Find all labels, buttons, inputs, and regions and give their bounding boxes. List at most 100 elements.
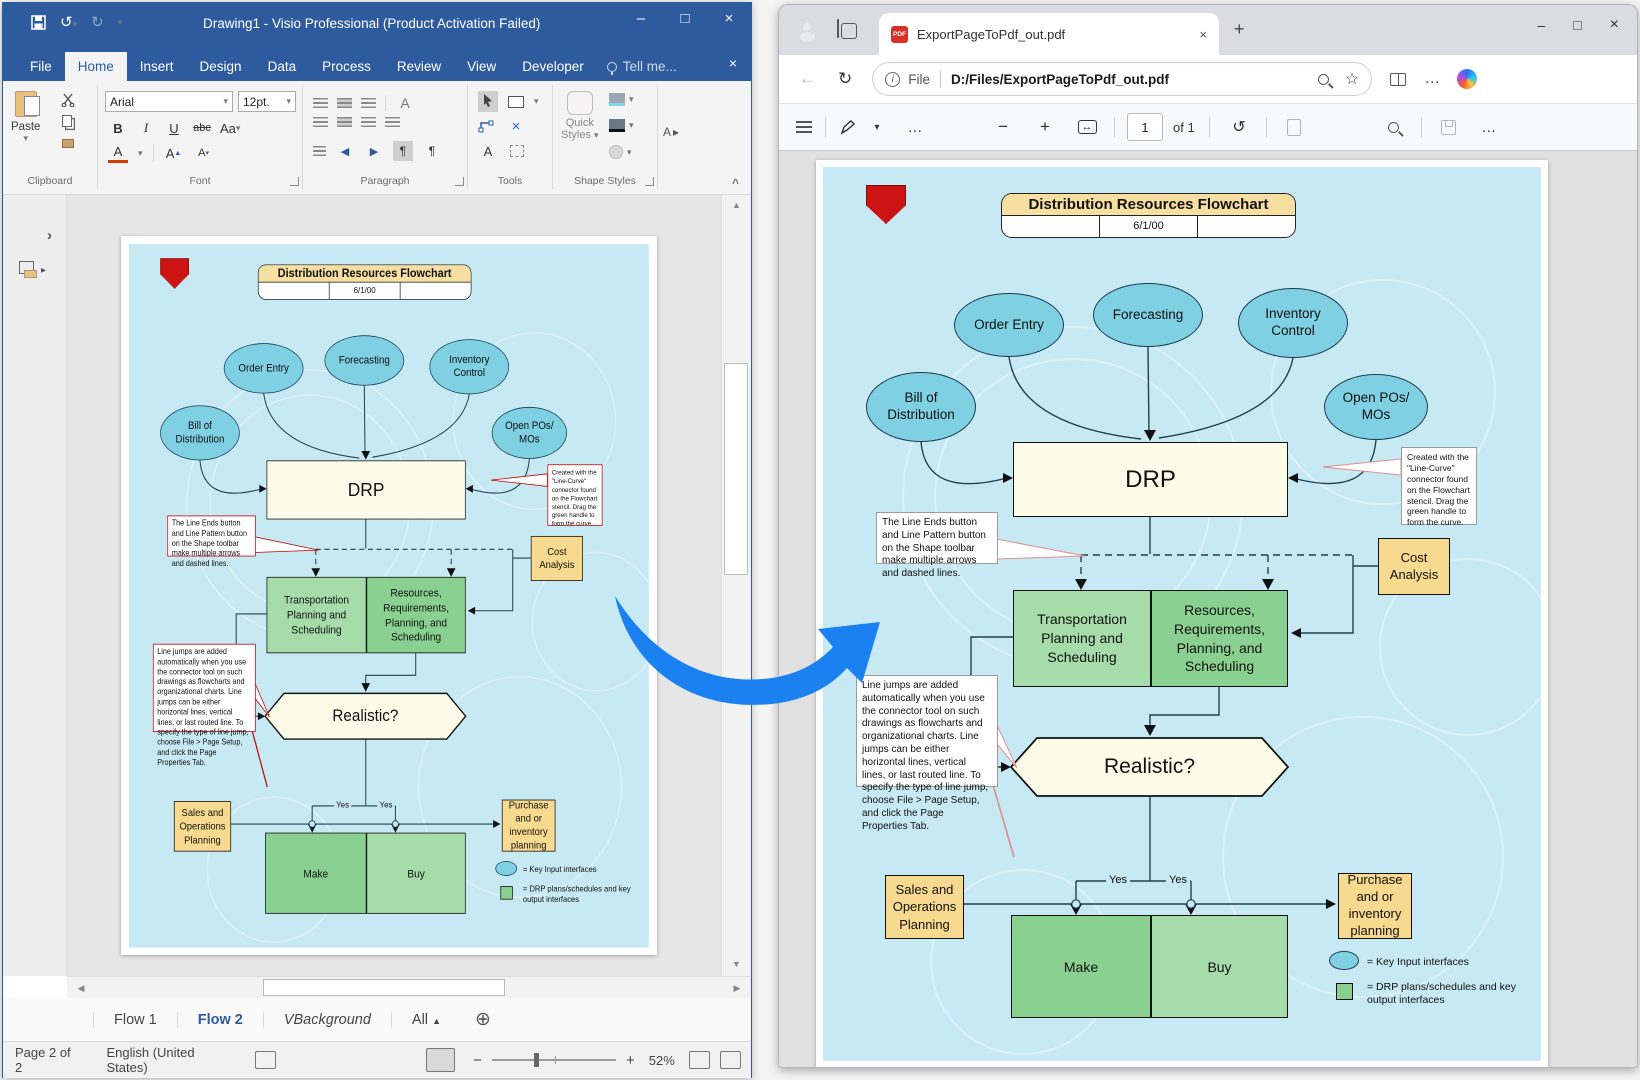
text-tool-icon[interactable]: A bbox=[478, 141, 498, 161]
scroll-right-icon[interactable]: ▶ bbox=[729, 980, 745, 996]
underline-button[interactable]: U bbox=[164, 118, 184, 138]
font-dialog-launcher-icon[interactable] bbox=[290, 177, 299, 186]
align-middle-icon[interactable] bbox=[337, 98, 352, 108]
maximize-button[interactable]: □ bbox=[1573, 17, 1581, 33]
cut-icon[interactable] bbox=[61, 93, 77, 107]
maximize-button[interactable]: □ bbox=[663, 3, 707, 33]
paragraph-dialog-launcher-icon[interactable] bbox=[455, 177, 464, 186]
close-button[interactable]: × bbox=[707, 3, 751, 33]
pdf-zoom-out-icon[interactable]: − bbox=[988, 112, 1018, 142]
grow-font-button[interactable]: A▲ bbox=[164, 143, 184, 163]
close-document-icon[interactable]: × bbox=[729, 55, 737, 71]
split-screen-icon[interactable] bbox=[1390, 73, 1406, 86]
page-view-icon[interactable] bbox=[1279, 112, 1309, 142]
fit-to-width-icon[interactable]: ↔ bbox=[1072, 112, 1102, 142]
page-tab-all[interactable]: All ▲ bbox=[392, 1012, 461, 1028]
bold-button[interactable]: B bbox=[108, 118, 128, 138]
settings-more-icon[interactable]: … bbox=[1424, 70, 1441, 88]
justify-icon[interactable] bbox=[385, 117, 400, 127]
pdf-more-icon[interactable]: … bbox=[1474, 112, 1504, 142]
more-styles-button[interactable]: A▸ bbox=[663, 125, 679, 139]
fill-button[interactable]: ▾ bbox=[609, 93, 634, 106]
align-right-icon[interactable] bbox=[361, 117, 376, 127]
decrease-indent-icon[interactable]: ◀ bbox=[335, 141, 355, 161]
zoom-level[interactable]: 52% bbox=[649, 1053, 675, 1068]
favorite-star-icon[interactable]: ☆ bbox=[1345, 69, 1359, 89]
page-tab-vbackground[interactable]: VBackground bbox=[264, 1012, 392, 1028]
page-info-icon[interactable]: i bbox=[885, 72, 900, 87]
draw-pen-icon[interactable] bbox=[832, 112, 862, 142]
fit-page-icon[interactable] bbox=[689, 1051, 710, 1069]
font-name-combo[interactable]: Arial▾ bbox=[105, 91, 233, 112]
rectangle-tool-icon[interactable] bbox=[508, 96, 524, 108]
stencil-icon[interactable] bbox=[19, 261, 37, 278]
zoom-out-icon[interactable]: − bbox=[473, 1052, 482, 1069]
toc-icon[interactable] bbox=[789, 112, 819, 142]
rotate-icon[interactable]: ↻ bbox=[1224, 112, 1254, 142]
quick-styles-button[interactable]: QuickStyles ▾ bbox=[561, 91, 599, 141]
scroll-down-icon[interactable]: ▼ bbox=[722, 954, 751, 974]
refresh-icon[interactable]: ↻ bbox=[838, 69, 852, 89]
close-tab-icon[interactable]: × bbox=[1199, 27, 1207, 42]
paste-button[interactable]: Paste ▾ bbox=[11, 91, 40, 144]
customize-qat-icon[interactable]: ▾ bbox=[118, 17, 123, 28]
vscroll-thumb[interactable] bbox=[724, 363, 748, 575]
expand-shapes-icon[interactable]: › bbox=[47, 227, 52, 244]
align-bottom-icon[interactable] bbox=[361, 98, 376, 108]
tab-insert[interactable]: Insert bbox=[127, 52, 187, 81]
strikethrough-button[interactable]: abc bbox=[192, 118, 212, 138]
macro-record-icon[interactable] bbox=[255, 1051, 276, 1069]
change-case-button[interactable]: Aa▾ bbox=[220, 118, 240, 138]
browser-tab[interactable]: PDF ExportPageToPdf_out.pdf × bbox=[879, 13, 1219, 55]
hscroll-thumb[interactable] bbox=[263, 979, 505, 996]
shrink-font-button[interactable]: A▾ bbox=[194, 143, 214, 163]
address-bar[interactable]: i File D:/Files/ExportPageToPdf_out.pdf … bbox=[872, 62, 1372, 96]
copilot-icon[interactable] bbox=[1457, 69, 1477, 89]
font-color-button[interactable]: A bbox=[108, 143, 128, 163]
redo-icon[interactable]: ↻ bbox=[91, 13, 104, 31]
insert-page-icon[interactable]: ⊕ bbox=[475, 1008, 491, 1031]
tab-data[interactable]: Data bbox=[255, 52, 310, 81]
pdf-viewer[interactable]: Distribution Resources Flowchart 6/1/00 … bbox=[779, 151, 1637, 1068]
status-page-indicator[interactable]: Page 2 of 2 bbox=[15, 1045, 78, 1075]
tell-me-box[interactable]: Tell me... bbox=[597, 52, 687, 81]
workspaces-icon[interactable] bbox=[837, 19, 839, 38]
tab-home[interactable]: Home bbox=[65, 52, 127, 81]
collapse-ribbon-icon[interactable]: ^ bbox=[732, 176, 739, 190]
line-button[interactable]: ▾ bbox=[609, 119, 634, 132]
connector-tool-icon[interactable] bbox=[478, 119, 494, 133]
url-text[interactable]: D:/Files/ExportPageToPdf_out.pdf bbox=[951, 72, 1318, 87]
free-transform-icon[interactable] bbox=[510, 145, 524, 157]
font-size-combo[interactable]: 12pt.▾ bbox=[238, 91, 296, 112]
stencil-expand-icon[interactable]: ▸ bbox=[41, 265, 46, 276]
connection-point-icon[interactable]: × bbox=[506, 116, 526, 136]
tab-process[interactable]: Process bbox=[309, 52, 384, 81]
horizontal-scrollbar[interactable]: ◀ ▶ bbox=[67, 976, 751, 998]
close-button[interactable]: × bbox=[1610, 16, 1619, 34]
tab-design[interactable]: Design bbox=[187, 52, 255, 81]
status-language[interactable]: English (United States) bbox=[106, 1045, 233, 1075]
increase-indent-icon[interactable]: ▶ bbox=[364, 141, 384, 161]
align-center-icon[interactable] bbox=[337, 117, 352, 127]
pdf-zoom-in-icon[interactable]: + bbox=[1030, 112, 1060, 142]
switch-windows-icon[interactable] bbox=[720, 1051, 741, 1069]
rtl-direction-icon[interactable]: ¶ bbox=[422, 141, 442, 161]
tab-file[interactable]: File bbox=[17, 52, 65, 81]
pointer-tool-icon[interactable] bbox=[478, 91, 498, 112]
pdf-save-icon[interactable] bbox=[1434, 112, 1464, 142]
shape-styles-dialog-launcher-icon[interactable] bbox=[645, 177, 654, 186]
align-top-icon[interactable] bbox=[313, 98, 328, 108]
text-rotate-icon[interactable]: A bbox=[395, 93, 415, 113]
pdf-search-icon[interactable] bbox=[1379, 112, 1409, 142]
minimize-button[interactable]: – bbox=[619, 3, 663, 33]
ltr-direction-icon[interactable]: ¶ bbox=[393, 141, 413, 161]
page-tab-flow2[interactable]: Flow 2 bbox=[178, 1012, 264, 1028]
new-tab-icon[interactable]: + bbox=[1234, 19, 1245, 40]
format-painter-icon[interactable] bbox=[62, 139, 74, 148]
tab-view[interactable]: View bbox=[454, 52, 509, 81]
align-left-icon[interactable] bbox=[313, 117, 328, 127]
effects-button[interactable]: ▾ bbox=[609, 145, 632, 159]
save-icon[interactable] bbox=[31, 15, 46, 30]
scroll-up-icon[interactable]: ▲ bbox=[722, 195, 751, 215]
presentation-mode-icon[interactable] bbox=[426, 1048, 455, 1072]
